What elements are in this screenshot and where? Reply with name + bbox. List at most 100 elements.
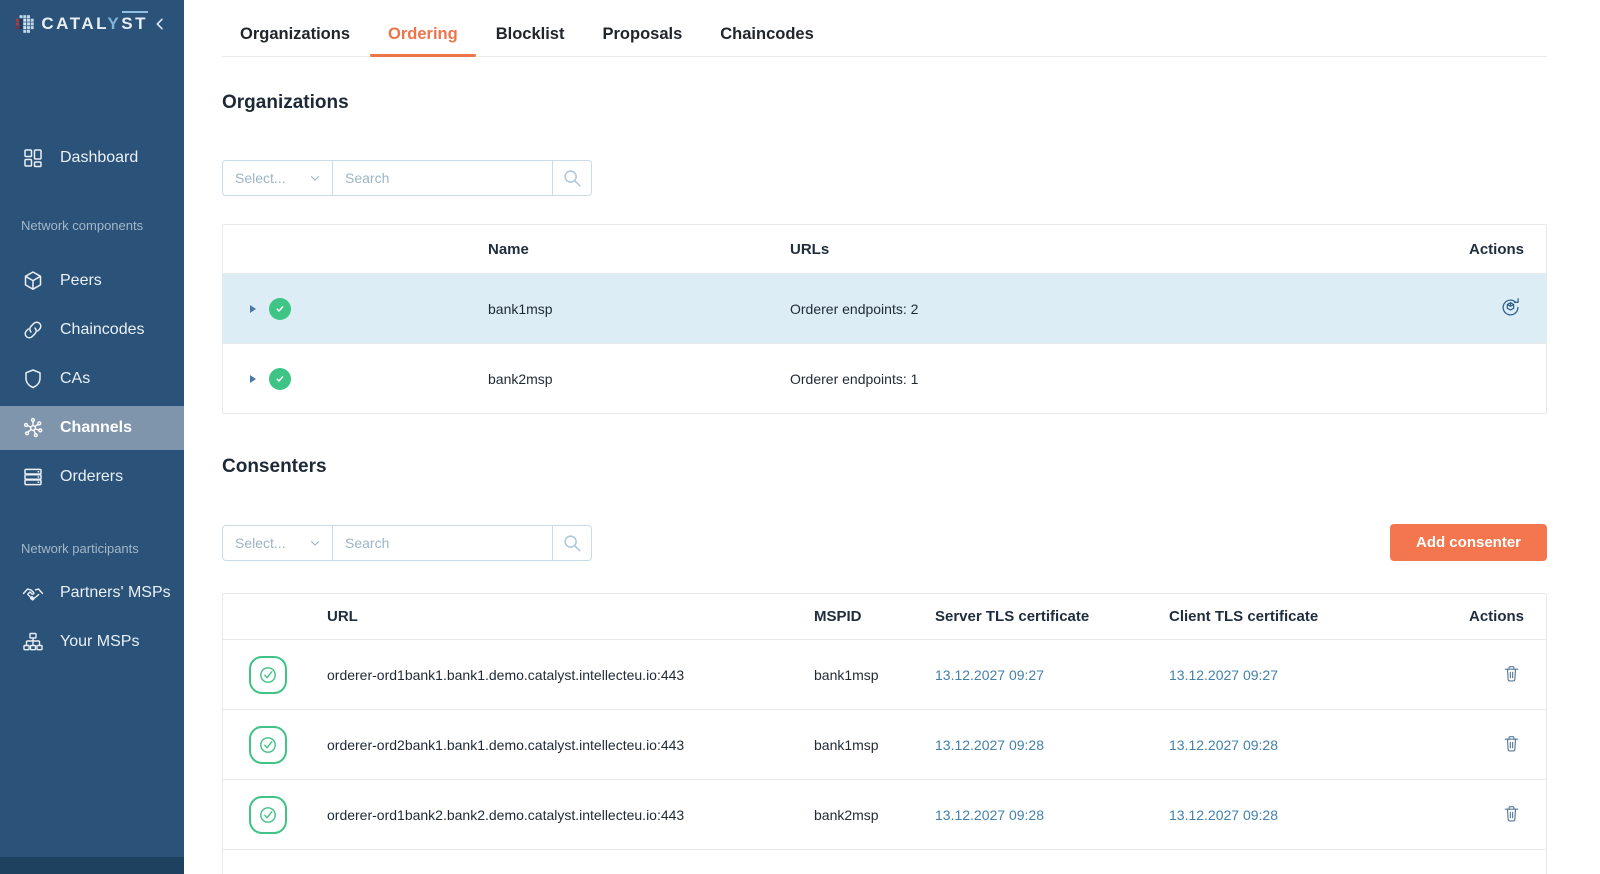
sidebar-item-label: Partners' MSPs [60, 584, 171, 602]
consenters-table: URL MSPID Server TLS certificate Client … [222, 593, 1547, 874]
consenters-filter-row: Select... Add consenter [222, 524, 1547, 561]
consenters-search-button[interactable] [553, 525, 592, 561]
column-header-actions: Actions [1456, 241, 1546, 258]
sidebar-item-label: Channels [60, 419, 132, 437]
status-ok-icon [249, 726, 287, 764]
sidebar-item-label: CAs [60, 370, 90, 388]
organizations-filter-select[interactable]: Select... [222, 160, 333, 196]
handshake-icon [21, 581, 45, 605]
trash-icon [1501, 663, 1522, 684]
column-header-urls: URLs [790, 241, 1456, 258]
logo: CATALYST [0, 0, 184, 48]
expand-row-icon[interactable] [250, 375, 256, 383]
search-icon [561, 167, 583, 189]
link-icon [21, 318, 45, 342]
table-row[interactable]: bank2msp Orderer endpoints: 1 [223, 343, 1546, 413]
consenters-search-input[interactable] [333, 525, 553, 561]
column-header-client-tls: Client TLS certificate [1169, 608, 1456, 625]
delete-consenter-button[interactable] [1499, 801, 1524, 829]
sidebar-item-partners-msps[interactable]: Partners' MSPs [0, 571, 184, 615]
sidebar-item-label: Peers [60, 272, 102, 290]
chevron-down-icon [308, 536, 322, 550]
table-row[interactable]: orderer-ord1bank1.bank1.demo.catalyst.in… [223, 639, 1546, 709]
tab-proposals[interactable]: Proposals [584, 12, 700, 56]
catalyst-logo-icon [15, 13, 34, 35]
chevron-down-icon [308, 171, 322, 185]
delete-consenter-button[interactable] [1499, 731, 1524, 759]
tab-organizations[interactable]: Organizations [222, 12, 368, 56]
sync-orderer-button[interactable] [1497, 294, 1524, 324]
sidebar-item-label: Dashboard [60, 149, 138, 167]
shield-icon [21, 367, 45, 391]
server-tls-cert-link[interactable]: 13.12.2027 09:28 [935, 737, 1044, 753]
add-consenter-button[interactable]: Add consenter [1390, 524, 1547, 561]
sidebar-item-dashboard[interactable]: Dashboard [0, 136, 184, 180]
hub-icon [21, 416, 45, 440]
organizations-filter-row: Select... [222, 160, 1547, 196]
client-tls-cert-link[interactable]: 13.12.2027 09:28 [1169, 737, 1278, 753]
dashboard-icon [21, 146, 45, 170]
tab-blocklist[interactable]: Blocklist [478, 12, 583, 56]
organizations-search-button[interactable] [553, 160, 592, 196]
status-ok-icon [249, 656, 287, 694]
chevron-left-icon [152, 16, 168, 32]
status-ok-icon [269, 368, 291, 390]
column-header-server-tls: Server TLS certificate [935, 608, 1169, 625]
sidebar-item-peers[interactable]: Peers [0, 259, 184, 303]
table-filler [223, 849, 1546, 874]
consenter-mspid: bank1msp [814, 667, 935, 683]
select-placeholder: Select... [235, 535, 286, 551]
column-header-name: Name [488, 241, 790, 258]
cube-icon [21, 269, 45, 293]
org-name: bank1msp [488, 301, 790, 317]
tab-ordering[interactable]: Ordering [370, 12, 476, 56]
consenter-mspid: bank1msp [814, 737, 935, 753]
sidebar-bottom-strip [0, 857, 184, 874]
select-placeholder: Select... [235, 170, 286, 186]
sidebar-section-network-participants: Network participants [0, 541, 184, 556]
organizations-table-header: Name URLs Actions [223, 225, 1546, 273]
organizations-section-title: Organizations [222, 92, 1547, 114]
client-tls-cert-link[interactable]: 13.12.2027 09:27 [1169, 667, 1278, 683]
server-tls-cert-link[interactable]: 13.12.2027 09:27 [935, 667, 1044, 683]
table-row[interactable]: bank1msp Orderer endpoints: 2 [223, 273, 1546, 343]
consenters-filter-select[interactable]: Select... [222, 525, 333, 561]
tab-bar: Organizations Ordering Blocklist Proposa… [222, 0, 1547, 57]
table-row[interactable]: orderer-ord2bank1.bank1.demo.catalyst.in… [223, 709, 1546, 779]
consenter-url: orderer-ord1bank1.bank1.demo.catalyst.in… [327, 667, 814, 683]
sidebar-collapse-button[interactable] [148, 12, 172, 36]
expand-row-icon[interactable] [250, 305, 256, 313]
sync-cube-icon [1499, 296, 1522, 319]
organizations-table: Name URLs Actions bank1msp Orderer endpo… [222, 224, 1547, 414]
consenter-url: orderer-ord1bank2.bank2.demo.catalyst.in… [327, 807, 814, 823]
hierarchy-icon [21, 630, 45, 654]
tab-chaincodes[interactable]: Chaincodes [702, 12, 832, 56]
org-urls: Orderer endpoints: 1 [790, 371, 1456, 387]
trash-icon [1501, 733, 1522, 754]
sidebar-item-channels[interactable]: Channels [0, 406, 184, 450]
org-name: bank2msp [488, 371, 790, 387]
column-header-actions: Actions [1456, 608, 1546, 625]
sidebar-section-network-components: Network components [0, 218, 184, 233]
server-stack-icon [21, 465, 45, 489]
consenters-section-title: Consenters [222, 456, 1547, 478]
column-header-url: URL [327, 608, 814, 625]
status-ok-icon [269, 298, 291, 320]
trash-icon [1501, 803, 1522, 824]
sidebar-item-your-msps[interactable]: Your MSPs [0, 620, 184, 664]
sidebar-item-chaincodes[interactable]: Chaincodes [0, 308, 184, 352]
column-header-mspid: MSPID [814, 608, 935, 625]
sidebar-item-label: Your MSPs [60, 633, 139, 651]
organizations-search-input[interactable] [333, 160, 553, 196]
sidebar-item-cas[interactable]: CAs [0, 357, 184, 401]
sidebar-item-label: Orderers [60, 468, 123, 486]
sidebar-item-orderers[interactable]: Orderers [0, 455, 184, 499]
logo-text: CATALYST [41, 14, 148, 34]
org-urls: Orderer endpoints: 2 [790, 301, 1456, 317]
delete-consenter-button[interactable] [1499, 661, 1524, 689]
server-tls-cert-link[interactable]: 13.12.2027 09:28 [935, 807, 1044, 823]
table-row[interactable]: orderer-ord1bank2.bank2.demo.catalyst.in… [223, 779, 1546, 849]
status-ok-icon [249, 796, 287, 834]
consenters-table-header: URL MSPID Server TLS certificate Client … [223, 594, 1546, 639]
client-tls-cert-link[interactable]: 13.12.2027 09:28 [1169, 807, 1278, 823]
